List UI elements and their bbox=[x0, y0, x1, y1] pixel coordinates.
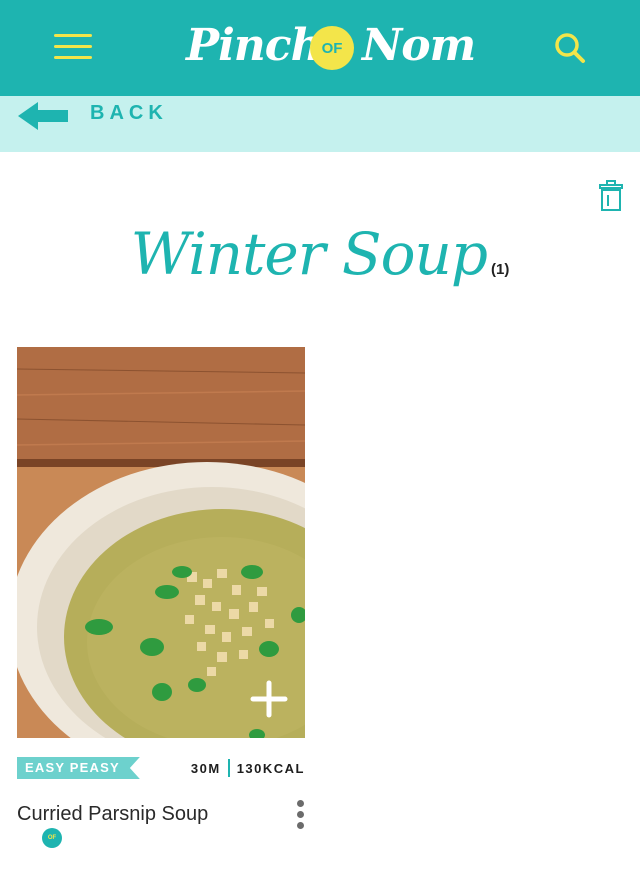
collection-title: Winter Soup bbox=[130, 220, 488, 288]
kebab-menu-icon[interactable] bbox=[294, 800, 308, 832]
collection-heading: Winter Soup (1) bbox=[0, 220, 640, 288]
recipe-count: (1) bbox=[491, 261, 510, 278]
hamburger-icon[interactable] bbox=[54, 34, 92, 60]
arrow-left-icon bbox=[18, 102, 68, 130]
mini-logo-badge: OF bbox=[42, 828, 62, 848]
recipe-title[interactable]: Curried Parsnip Soup bbox=[17, 803, 208, 826]
back-button[interactable]: BACK bbox=[0, 96, 640, 152]
recipe-time: 30M bbox=[190, 760, 221, 776]
recipe-calories: 130KCAL bbox=[236, 760, 305, 776]
site-logo[interactable]: Pinch OF Nom bbox=[186, 14, 476, 80]
site-header: Pinch OF Nom bbox=[0, 0, 640, 96]
recipe-image[interactable] bbox=[17, 347, 305, 738]
logo-word-nom: Nom bbox=[362, 20, 476, 71]
logo-badge: OF bbox=[310, 26, 354, 70]
logo-word-pinch: Pinch bbox=[186, 20, 323, 71]
difficulty-tag: EASY PEASY bbox=[17, 757, 140, 779]
back-label: BACK bbox=[90, 102, 168, 124]
recipe-meta: 30M 130KCAL bbox=[178, 757, 305, 779]
trash-icon[interactable] bbox=[598, 180, 624, 212]
meta-divider bbox=[227, 759, 230, 777]
search-icon[interactable] bbox=[552, 30, 588, 66]
